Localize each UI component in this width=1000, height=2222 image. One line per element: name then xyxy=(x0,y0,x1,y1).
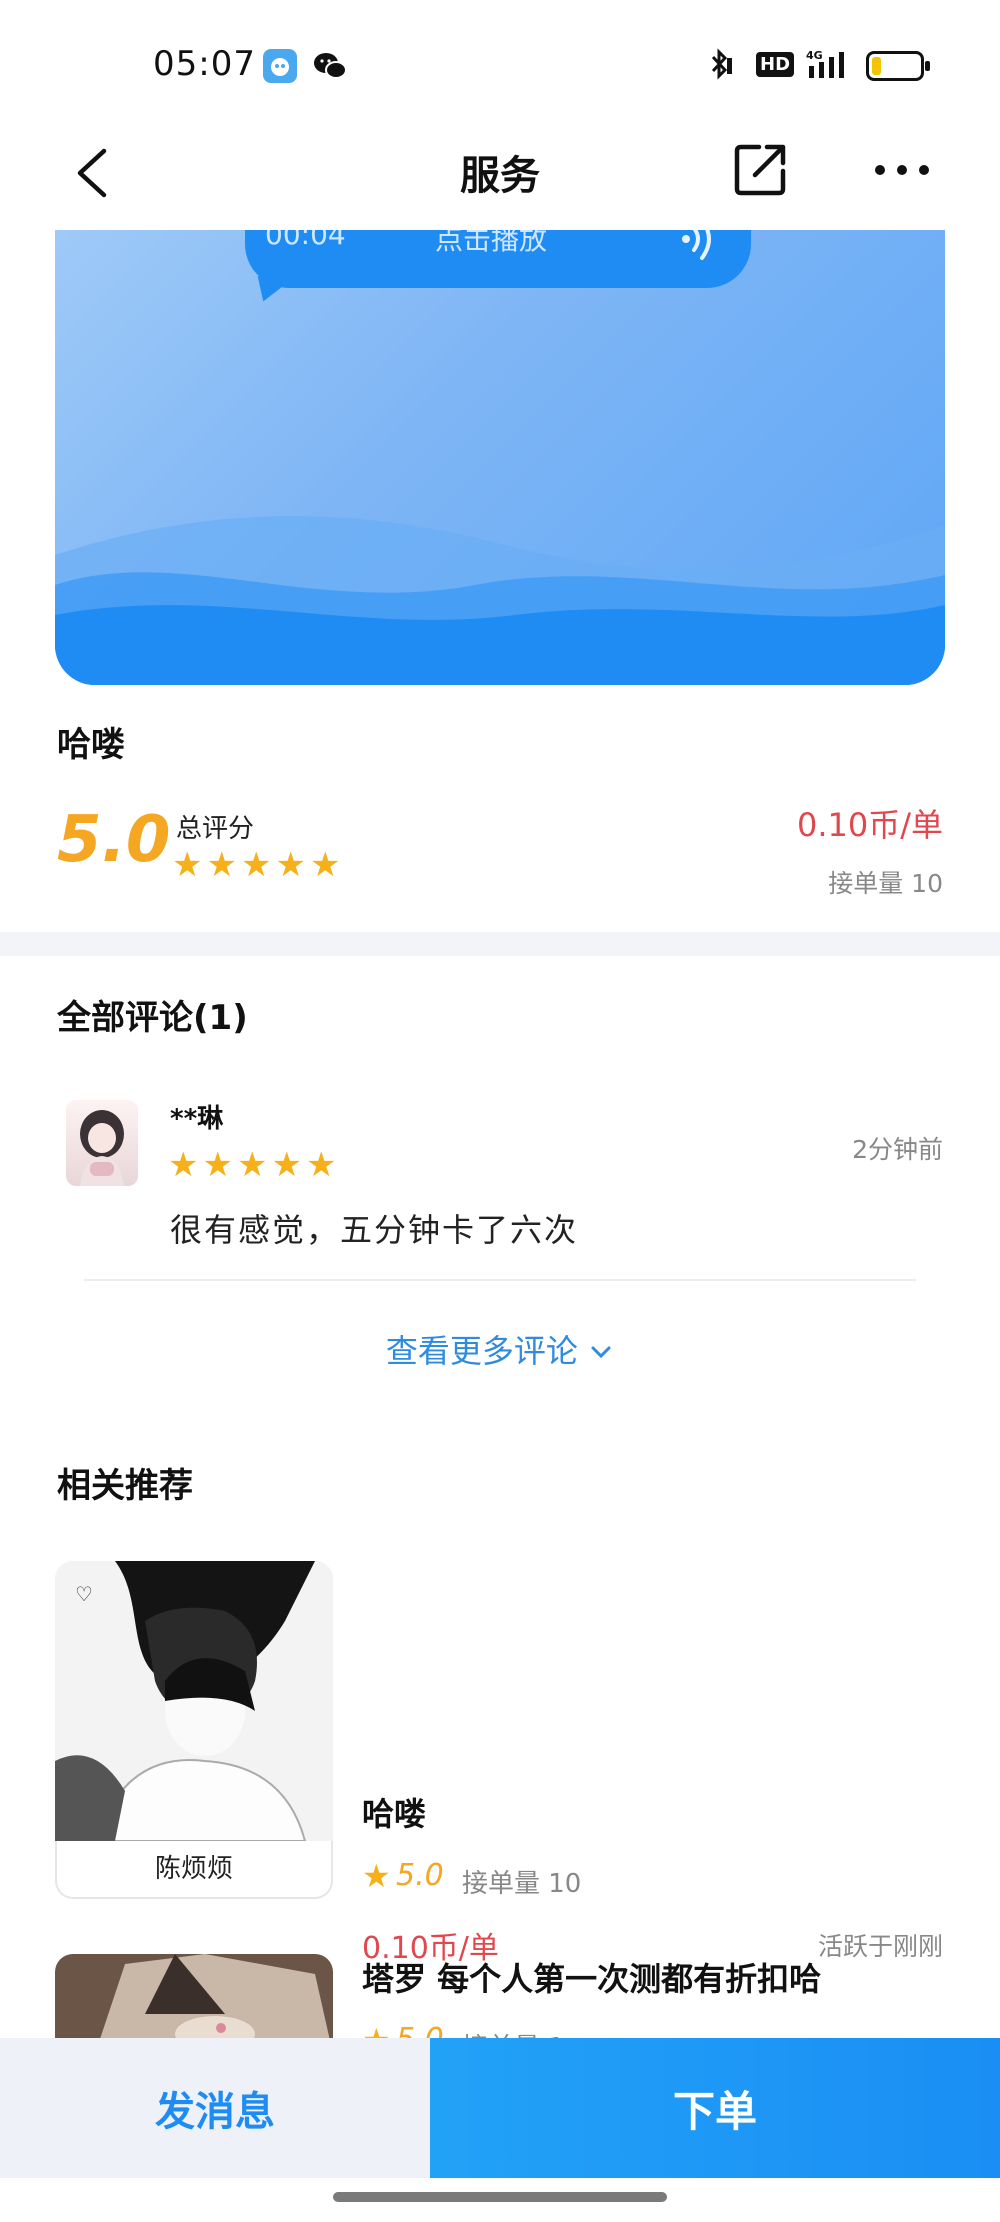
nav-bar: 服务 xyxy=(0,125,1000,230)
recommend-rating-1: 5.0 xyxy=(396,1858,444,1893)
recommend-card-image-2[interactable] xyxy=(55,1954,333,2038)
star-icon: ★ xyxy=(202,1145,233,1185)
voice-duration: 00:04 xyxy=(265,230,346,251)
bottom-action-bar: 发消息 下单 xyxy=(0,2038,1000,2178)
send-message-button[interactable]: 发消息 xyxy=(0,2038,430,2178)
star-icon: ★ xyxy=(172,845,203,885)
star-icon: ★ xyxy=(236,1145,268,1185)
service-price: 0.10币/单 xyxy=(796,806,943,844)
recommend-title: 相关推荐 xyxy=(57,1466,193,1506)
recommend-orders-1: 接单量 10 xyxy=(462,1869,582,1899)
sound-wave-icon xyxy=(680,230,720,268)
star-icon: ★ xyxy=(309,845,341,885)
voice-player[interactable]: 00:04 点击播放 xyxy=(245,230,751,288)
more-comments-label: 查看更多评论 xyxy=(385,1332,578,1370)
comment-time: 2分钟前 xyxy=(852,1135,943,1164)
more-icon[interactable] xyxy=(872,145,932,195)
comment-text: 很有感觉，五分钟卡了六次 xyxy=(170,1211,579,1249)
star-icon: ★ xyxy=(362,1857,391,1895)
commenter-name: **琳 xyxy=(170,1104,224,1134)
overall-stars: ★ ★ ★ ★ ★ xyxy=(172,848,340,882)
comments-title: 全部评论(1) xyxy=(57,998,248,1038)
recommend-title-1[interactable]: 哈喽 xyxy=(362,1789,426,1835)
recommend-active-1: 活跃于刚刚 xyxy=(817,1932,943,1961)
bluetooth-icon xyxy=(705,48,735,88)
star-icon: ★ xyxy=(305,1145,337,1185)
status-bar: 05:07 HD 4G xyxy=(0,0,1000,125)
commenter-avatar[interactable] xyxy=(66,1100,138,1186)
share-icon[interactable] xyxy=(733,141,789,197)
rating-label: 总评分 xyxy=(176,814,255,844)
wechat-icon xyxy=(312,49,347,83)
star-icon: ★ xyxy=(271,1145,302,1185)
hd-badge: HD xyxy=(756,52,795,77)
status-time: 05:07 xyxy=(153,44,256,84)
recommend-orders-2: 接单量 1 xyxy=(462,2027,565,2038)
star-icon: ★ xyxy=(168,1145,199,1185)
chevron-down-icon xyxy=(588,1332,614,1370)
page-title: 服务 xyxy=(460,153,540,199)
voice-banner: 00:04 点击播放 xyxy=(55,230,945,685)
service-orders: 接单量 10 xyxy=(828,869,943,898)
comment-stars: ★ ★ ★ ★ ★ xyxy=(168,1148,336,1182)
recommend-card-caption-box: 陈烦烦 xyxy=(55,1841,333,1899)
app-notification-icon xyxy=(263,49,297,83)
svg-text:♡: ♡ xyxy=(75,1582,93,1606)
voice-play-label: 点击播放 xyxy=(435,230,548,256)
recommend-title-2[interactable]: 塔罗 每个人第一次测都有折扣哈 xyxy=(362,1954,821,2000)
signal-icon: 4G xyxy=(805,48,855,82)
star-icon: ★ xyxy=(206,845,237,885)
star-icon: ★ xyxy=(362,2021,391,2038)
wave-decoration xyxy=(55,516,945,685)
recommend-card-caption: 陈烦烦 xyxy=(154,1854,233,1884)
scroll-content[interactable]: 00:04 点击播放 哈喽 5.0 总评分 ★ ★ ★ ★ ★ 0.10币/单 接单量 … xyxy=(0,230,1000,2038)
recommend-card-image[interactable]: ♡ xyxy=(55,1561,333,1841)
recommend-rating-2: 5.0 xyxy=(396,2022,444,2038)
more-comments-link[interactable]: 查看更多评论 xyxy=(0,1326,1000,1372)
place-order-button[interactable]: 下单 xyxy=(430,2038,1000,2178)
star-icon: ★ xyxy=(275,845,306,885)
comment-divider xyxy=(84,1279,916,1281)
svg-text:4G: 4G xyxy=(806,49,823,62)
home-indicator[interactable] xyxy=(333,2192,667,2202)
battery-icon xyxy=(866,51,930,81)
section-divider xyxy=(0,932,1000,956)
service-name: 哈喽 xyxy=(57,725,125,765)
star-icon: ★ xyxy=(240,845,272,885)
overall-rating: 5.0 xyxy=(57,803,171,877)
